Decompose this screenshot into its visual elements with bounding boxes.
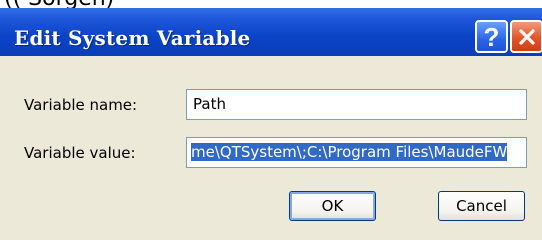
cancel-button-label: Cancel [456, 197, 507, 215]
variable-name-value: Path [193, 95, 226, 113]
close-button[interactable] [510, 20, 542, 53]
cancel-button[interactable]: Cancel [438, 191, 525, 221]
variable-name-input[interactable]: Path [186, 89, 527, 120]
help-button[interactable]: ? [475, 20, 508, 53]
window-title: Edit System Variable [14, 26, 251, 50]
help-icon: ? [483, 21, 500, 52]
variable-name-label: Variable name: [24, 96, 138, 114]
variable-value-input[interactable]: me\QTSystem\;C:\Program Files\MaudeFW [186, 137, 527, 168]
variable-value-label: Variable value: [24, 144, 136, 162]
close-icon [518, 28, 535, 45]
partial-background-text: (( Sorgen) [0, 0, 542, 8]
ok-button-label: OK [321, 197, 344, 215]
ok-button[interactable]: OK [289, 191, 376, 221]
partial-top-text: (( Sorgen) [4, 0, 114, 8]
title-bar[interactable]: Edit System Variable ? [0, 8, 542, 56]
variable-value-text: me\QTSystem\;C:\Program Files\MaudeFW [191, 143, 508, 161]
